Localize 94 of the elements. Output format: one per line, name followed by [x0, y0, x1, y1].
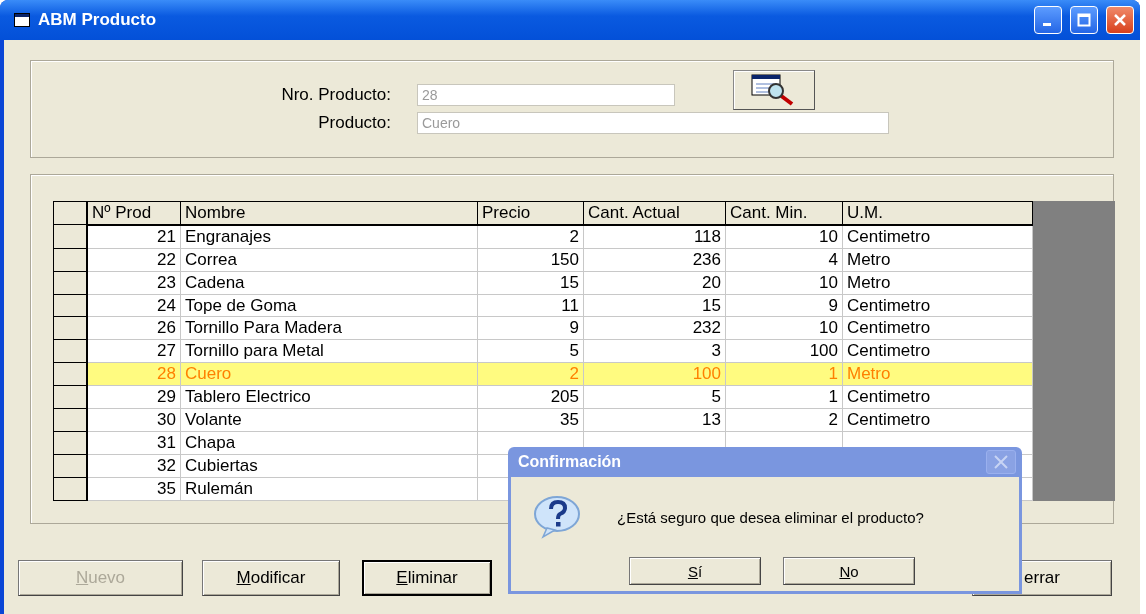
table-cell: 1: [725, 385, 843, 409]
table-cell: 100: [583, 362, 726, 386]
table-cell: 232: [583, 316, 726, 340]
table-cell: 10: [725, 224, 843, 249]
table-cell: 205: [477, 385, 584, 409]
table-cell: Rulemán: [180, 477, 478, 501]
column-header[interactable]: Cant. Actual: [583, 201, 726, 225]
table-cell: Centimetro: [842, 408, 1033, 432]
table-cell: 32: [87, 454, 181, 478]
table-cell: 15: [477, 271, 584, 295]
table-cell: 29: [87, 385, 181, 409]
table-cell: Tornillo para Metal: [180, 339, 478, 363]
table-cell: 150: [477, 248, 584, 272]
window-title: ABM Producto: [38, 10, 158, 30]
form-button[interactable]: Eliminar: [362, 560, 492, 596]
column-header[interactable]: Nombre: [180, 201, 478, 225]
window-icon: [14, 13, 30, 27]
close-icon: [1113, 13, 1127, 27]
table-cell: 1: [725, 362, 843, 386]
question-icon: [533, 495, 583, 539]
table-cell: Cadena: [180, 271, 478, 295]
row-header[interactable]: [53, 248, 87, 272]
field-label: Producto:: [317, 113, 391, 133]
table-cell: 4: [725, 248, 843, 272]
table-cell: 118: [583, 224, 726, 249]
table-cell: 11: [477, 294, 584, 317]
table-cell: Tablero Electrico: [180, 385, 478, 409]
table-cell: 13: [583, 408, 726, 432]
field-label: Nro. Producto:: [280, 85, 391, 105]
table-cell: Tornillo Para Madera: [180, 316, 478, 340]
table-cell: 23: [87, 271, 181, 295]
table-cell: Cubiertas: [180, 454, 478, 478]
column-header[interactable]: Cant. Min.: [725, 201, 843, 225]
table-cell: Tope de Goma: [180, 294, 478, 317]
table-cell: Centimetro: [842, 294, 1033, 317]
search-button[interactable]: [733, 70, 815, 110]
dialog-button[interactable]: Sí: [629, 557, 761, 585]
table-cell: 22: [87, 248, 181, 272]
dialog-title: Confirmación: [518, 453, 623, 471]
table-cell: 9: [477, 316, 584, 340]
row-header[interactable]: [53, 454, 87, 478]
maximize-button[interactable]: [1070, 6, 1098, 34]
table-cell: 21: [87, 224, 181, 249]
table-cell: 30: [87, 408, 181, 432]
dialog-button[interactable]: No: [783, 557, 915, 585]
table-cell: 2: [725, 408, 843, 432]
close-icon: [994, 455, 1008, 469]
minimize-icon: [1042, 22, 1051, 26]
table-cell: Metro: [842, 271, 1033, 295]
form-button[interactable]: Modificar: [202, 560, 340, 596]
row-header[interactable]: [53, 477, 87, 501]
row-header[interactable]: [53, 362, 87, 386]
table-cell: Centimetro: [842, 224, 1033, 249]
table-cell: 5: [477, 339, 584, 363]
table-cell: 26: [87, 316, 181, 340]
table-cell: 35: [87, 477, 181, 501]
table-cell: 100: [725, 339, 843, 363]
table-cell: Cuero: [180, 362, 478, 386]
table-cell: 15: [583, 294, 726, 317]
table-cell: 20: [583, 271, 726, 295]
column-header[interactable]: Precio: [477, 201, 584, 225]
row-header[interactable]: [53, 224, 87, 249]
table-cell: 3: [583, 339, 726, 363]
row-header[interactable]: [53, 339, 87, 363]
row-header[interactable]: [53, 271, 87, 295]
table-cell: Metro: [842, 248, 1033, 272]
row-header[interactable]: [53, 385, 87, 409]
minimize-button[interactable]: [1034, 6, 1062, 34]
table-cell: 24: [87, 294, 181, 317]
table-cell: Chapa: [180, 431, 478, 455]
table-cell: 10: [725, 271, 843, 295]
table-cell: Correa: [180, 248, 478, 272]
table-cell: Engranajes: [180, 224, 478, 249]
maximize-icon: [1077, 13, 1091, 27]
table-cell: Volante: [180, 408, 478, 432]
row-header[interactable]: [53, 408, 87, 432]
row-header[interactable]: [53, 294, 87, 317]
table-cell: 31: [87, 431, 181, 455]
table-cell: Centimetro: [842, 339, 1033, 363]
table-cell: 27: [87, 339, 181, 363]
column-header[interactable]: Nº Prod: [87, 201, 181, 225]
table-cell: 2: [477, 224, 584, 249]
table-cell: Centimetro: [842, 316, 1033, 340]
table-cell: Centimetro: [842, 385, 1033, 409]
row-header[interactable]: [53, 316, 87, 340]
table-cell: 5: [583, 385, 726, 409]
column-header[interactable]: U.M.: [842, 201, 1033, 225]
row-header[interactable]: [53, 431, 87, 455]
dialog-message: ¿Está seguro que desea eliminar el producto?: [617, 508, 924, 526]
table-cell: 35: [477, 408, 584, 432]
table-cell: 9: [725, 294, 843, 317]
table-cell: 236: [583, 248, 726, 272]
table-cell: Metro: [842, 362, 1033, 386]
table-cell: 10: [725, 316, 843, 340]
